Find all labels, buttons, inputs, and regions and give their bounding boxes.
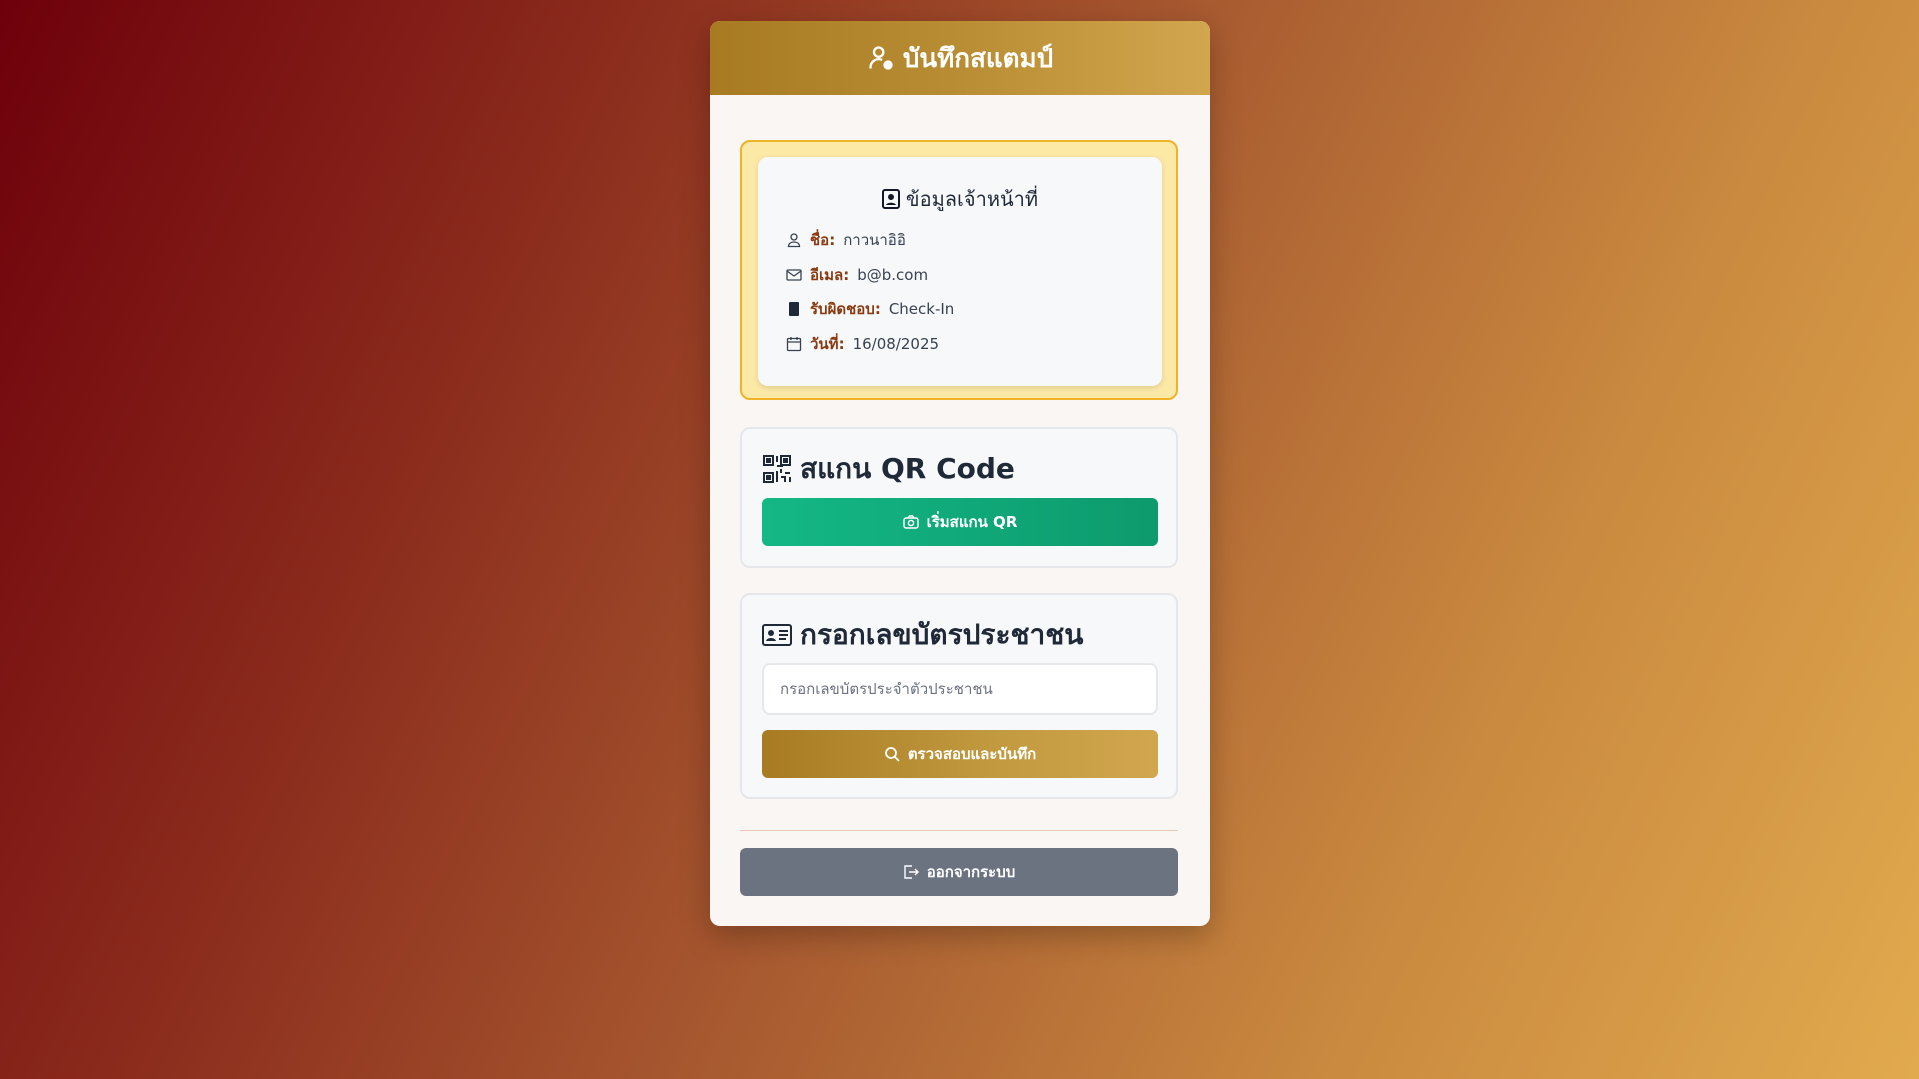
duty-label: รับผิดชอบ: (810, 300, 881, 319)
search-icon (884, 747, 900, 762)
page-title: บันทึกสแตมป์ (902, 43, 1054, 74)
logout-icon (904, 865, 919, 879)
logout-button[interactable]: ออกจากระบบ (740, 848, 1178, 896)
id-card-icon (762, 624, 792, 646)
card-header: บันทึกสแตมป์ (710, 21, 1210, 95)
id-badge-icon (881, 189, 900, 209)
qr-code-icon (763, 455, 791, 483)
date-value: 16/08/2025 (852, 334, 940, 353)
officer-info-panel: ข้อมูลเจ้าหน้าที่ ชื่อ: กาวนาอิอิ อีเมล:… (740, 140, 1178, 400)
calendar-icon (786, 336, 802, 351)
camera-icon (902, 515, 919, 529)
officer-email-row: อีเมล: b@b.com (758, 258, 1162, 293)
verify-and-save-button[interactable]: ตรวจสอบและบันทึก (762, 730, 1158, 778)
qr-section-title: สแกน QR Code (762, 447, 1015, 491)
qr-scan-section: สแกน QR Code เริ่มสแกน QR (740, 427, 1178, 568)
stamp-card: บันทึกสแตมป์ ข้อมูลเจ้าหน้าที่ ชื่อ: กาว… (710, 21, 1210, 926)
officer-date-row: วันที่: 16/08/2025 (758, 327, 1162, 362)
duty-value: Check-In (888, 300, 955, 319)
divider (740, 830, 1178, 831)
national-id-input[interactable] (762, 663, 1158, 715)
id-card-section: กรอกเลขบัตรประชาชน ตรวจสอบและบันทึก (740, 593, 1178, 799)
start-qr-scan-button[interactable]: เริ่มสแกน QR (762, 498, 1158, 546)
tablet-icon (789, 302, 799, 317)
date-label: วันที่: (810, 334, 845, 353)
officer-name-row: ชื่อ: กาวนาอิอิ (758, 223, 1162, 258)
email-label: อีเมล: (810, 265, 850, 284)
person-icon (787, 233, 801, 248)
user-gear-icon (869, 46, 893, 70)
officer-info-card: ข้อมูลเจ้าหน้าที่ ชื่อ: กาวนาอิอิ อีเมล:… (758, 157, 1162, 386)
officer-info-title: ข้อมูลเจ้าหน้าที่ (758, 183, 1162, 215)
envelope-icon (786, 269, 802, 281)
name-value: กาวนาอิอิ (843, 231, 906, 250)
name-label: ชื่อ: (810, 231, 836, 250)
officer-duty-row: รับผิดชอบ: Check-In (758, 292, 1162, 327)
email-value: b@b.com (857, 265, 929, 284)
id-section-title: กรอกเลขบัตรประชาชน (762, 613, 1083, 657)
